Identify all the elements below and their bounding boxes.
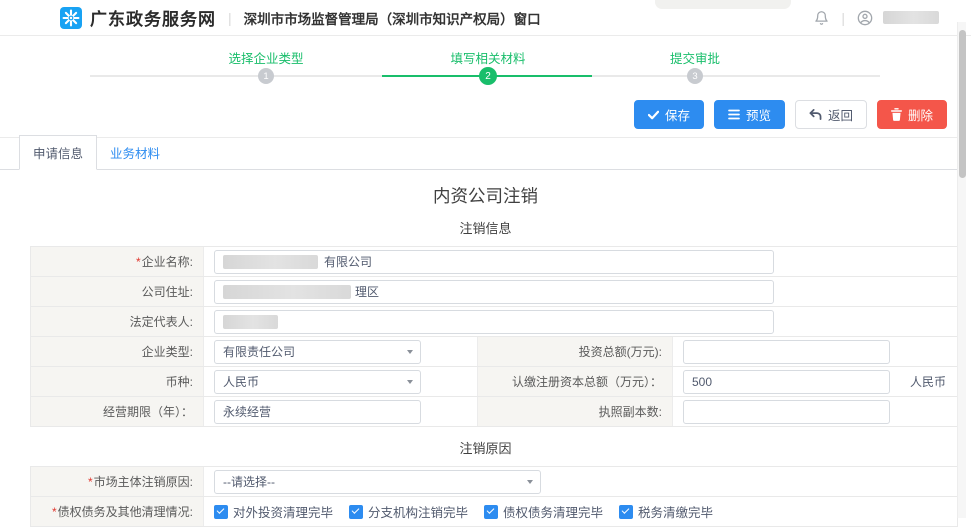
- chevron-down-icon: [407, 380, 413, 384]
- header-separator: |: [228, 10, 232, 26]
- company-type-select[interactable]: 有限责任公司: [214, 340, 421, 364]
- row-operating-period-license: 经营期限（年）： 执照副本数:: [31, 397, 957, 427]
- checkbox-branches-deregistered[interactable]: 分支机构注销完毕: [349, 502, 468, 521]
- clearance-checkbox-group: 对外投资清理完毕 分支机构注销完毕 债权债务清理完毕 税务清缴完毕: [214, 502, 713, 521]
- company-address-redacted: [223, 285, 351, 299]
- deregistration-info-table: * 企业名称: 有限公司 公司住址: 理区 法定代表人:: [30, 246, 958, 427]
- site-title: 广东政务服务网: [90, 5, 216, 30]
- return-arrow-icon: [809, 109, 822, 120]
- step-label-fill-materials: 填写相关材料: [450, 48, 525, 67]
- checkbox-outbound-investment-cleared[interactable]: 对外投资清理完毕: [214, 502, 333, 521]
- company-address-field[interactable]: 理区: [214, 280, 774, 304]
- tab-business-materials[interactable]: 业务材料: [97, 136, 173, 169]
- row-company-name: * 企业名称: 有限公司: [31, 247, 957, 277]
- bell-icon[interactable]: [814, 10, 829, 26]
- company-address-suffix: 理区: [355, 283, 379, 300]
- step-label-choose-type: 选择企业类型: [228, 48, 303, 67]
- license-copies-label: 执照副本数:: [477, 397, 673, 426]
- checked-checkbox-icon: [484, 505, 498, 519]
- gdzwfw-logo-icon: [60, 7, 82, 29]
- vertical-scrollbar-track[interactable]: [957, 22, 966, 518]
- list-icon: [728, 109, 740, 120]
- preview-button[interactable]: 预览: [714, 100, 785, 129]
- deregister-reason-select[interactable]: --请选择--: [214, 470, 541, 494]
- trash-icon: [891, 108, 902, 121]
- deregister-reason-label: * 市场主体注销原因:: [31, 467, 204, 496]
- deregister-reason-value: --请选择--: [223, 473, 275, 490]
- registered-capital-unit: 人民币: [910, 373, 946, 390]
- company-name-redacted: [223, 255, 318, 269]
- currency-value: 人民币: [223, 373, 259, 390]
- step-circle-1: 1: [258, 68, 274, 84]
- tab-application-info[interactable]: 申请信息: [19, 135, 97, 170]
- row-currency-capital: 币种: 人民币 认缴注册资本总额（万元）： 人民币: [31, 367, 957, 397]
- page-title: 内资公司注销: [0, 183, 971, 208]
- checked-checkbox-icon: [619, 505, 633, 519]
- row-clearance-status: * 债权债务及其他清理情况: 对外投资清理完毕 分支机构注销完毕 债权债务清理完…: [31, 497, 957, 527]
- company-address-label: 公司住址:: [31, 277, 204, 306]
- investment-total-label: 投资总额(万元):: [477, 337, 673, 366]
- chevron-down-icon: [527, 480, 533, 484]
- section-title-deregistration-reason: 注销原因: [0, 438, 971, 457]
- company-name-label: * 企业名称:: [31, 247, 204, 276]
- required-asterisk: *: [52, 505, 57, 519]
- checked-checkbox-icon: [214, 505, 228, 519]
- username-redacted: [883, 11, 939, 24]
- preview-button-label: 预览: [746, 105, 771, 124]
- row-company-address: 公司住址: 理区: [31, 277, 957, 307]
- section-title-deregistration-info: 注销信息: [0, 218, 971, 237]
- currency-label: 币种:: [31, 367, 204, 396]
- row-legal-representative: 法定代表人:: [31, 307, 957, 337]
- delete-button[interactable]: 删除: [877, 100, 947, 129]
- row-company-type-investment: 企业类型: 有限责任公司 投资总额(万元):: [31, 337, 957, 367]
- clearance-status-label: * 债权债务及其他清理情况:: [31, 497, 204, 526]
- investment-total-input[interactable]: [683, 340, 890, 364]
- operating-period-label: 经营期限（年）：: [31, 397, 204, 426]
- currency-select[interactable]: 人民币: [214, 370, 421, 394]
- user-avatar-icon[interactable]: [857, 10, 873, 26]
- registered-capital-input[interactable]: [683, 370, 890, 394]
- operating-period-input[interactable]: [214, 400, 421, 424]
- top-bar: 广东政务服务网 | 深圳市市场监督管理局（深圳市知识产权局）窗口 |: [0, 0, 971, 36]
- step-circle-3: 3: [687, 68, 703, 84]
- step-label-submit-approval: 提交审批: [670, 48, 720, 67]
- company-type-label: 企业类型:: [31, 337, 204, 366]
- progress-stepper: 选择企业类型 填写相关材料 提交审批 1 2 3: [0, 46, 971, 92]
- vertical-scrollbar-thumb[interactable]: [959, 30, 966, 178]
- checkbox-taxes-settled[interactable]: 税务清缴完毕: [619, 502, 713, 521]
- back-button-label: 返回: [828, 105, 853, 124]
- check-icon: [648, 110, 659, 120]
- checkbox-debts-cleared[interactable]: 债权债务清理完毕: [484, 502, 603, 521]
- checked-checkbox-icon: [349, 505, 363, 519]
- company-name-suffix: 有限公司: [324, 253, 372, 270]
- legal-representative-redacted: [223, 315, 278, 329]
- chevron-down-icon: [407, 350, 413, 354]
- tab-strip: 申请信息 业务材料: [0, 137, 958, 170]
- header-right-separator: |: [841, 10, 845, 26]
- step-circle-2-active: 2: [479, 67, 497, 85]
- license-copies-input[interactable]: [683, 400, 890, 424]
- registered-capital-label: 认缴注册资本总额（万元）：: [477, 367, 673, 396]
- required-asterisk: *: [88, 475, 93, 489]
- legal-representative-field[interactable]: [214, 310, 774, 334]
- save-button[interactable]: 保存: [634, 100, 704, 129]
- window-title: 深圳市市场监督管理局（深圳市知识产权局）窗口: [244, 8, 541, 28]
- save-button-label: 保存: [665, 105, 690, 124]
- back-button[interactable]: 返回: [795, 100, 867, 129]
- action-toolbar: 保存 预览 返回 删除: [0, 100, 947, 129]
- company-name-field[interactable]: 有限公司: [214, 250, 774, 274]
- delete-button-label: 删除: [908, 105, 933, 124]
- top-edge-decoration: [655, 0, 791, 9]
- row-deregister-reason: * 市场主体注销原因: --请选择--: [31, 467, 957, 497]
- legal-representative-label: 法定代表人:: [31, 307, 204, 336]
- required-asterisk: *: [136, 255, 141, 269]
- company-type-value: 有限责任公司: [223, 343, 295, 360]
